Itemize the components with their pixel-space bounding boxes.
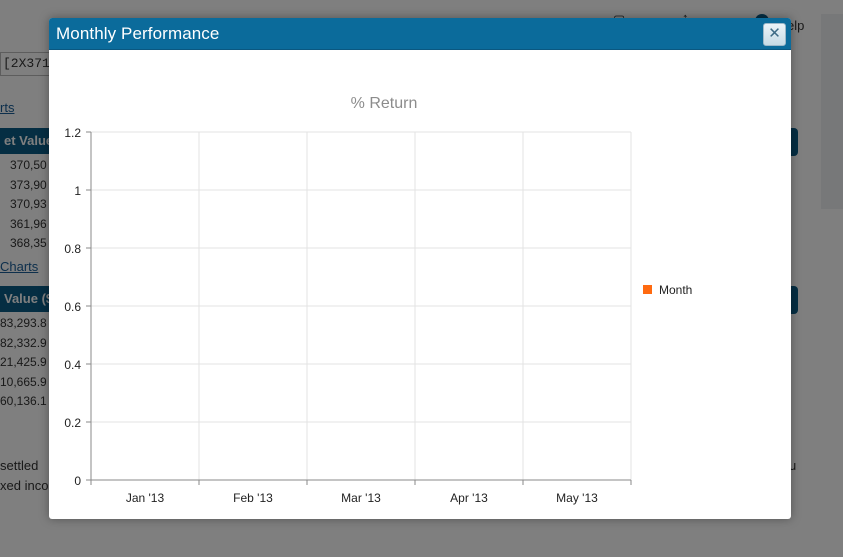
close-icon: ✕: [768, 25, 781, 42]
y-tick-label: 0.4: [64, 358, 81, 372]
legend-swatch: [643, 285, 652, 294]
x-tick-label: May '13: [556, 491, 598, 505]
x-tick-label: Jan '13: [126, 491, 165, 505]
legend-label: Month: [659, 283, 692, 297]
monthly-performance-dialog: Monthly Performance ✕ % Return 0 0.2 0.4 0.6…: [49, 18, 791, 519]
close-button[interactable]: ✕: [763, 23, 786, 46]
chart-svg: % Return 0 0.2 0.4 0.6 0.8 1 1.2 Jan '13 Feb '13 M…: [64, 95, 692, 505]
x-tick-label: Mar '13: [341, 491, 381, 505]
y-tick-label: 0.6: [64, 300, 81, 314]
x-tick-label: Apr '13: [450, 491, 488, 505]
y-tick-label: 1: [74, 184, 81, 198]
chart-title: % Return: [351, 95, 418, 112]
dialog-titlebar[interactable]: Monthly Performance ✕: [49, 18, 791, 50]
x-tick-label: Feb '13: [233, 491, 273, 505]
y-tick-label: 0.2: [64, 416, 81, 430]
y-tick-label: 0: [74, 474, 81, 488]
y-tick-label: 0.8: [64, 242, 81, 256]
y-tick-label: 1.2: [64, 126, 81, 140]
dialog-title: Monthly Performance: [56, 24, 220, 43]
return-chart: % Return 0 0.2 0.4 0.6 0.8 1 1.2 Jan '13 Feb '13 M…: [49, 50, 791, 519]
